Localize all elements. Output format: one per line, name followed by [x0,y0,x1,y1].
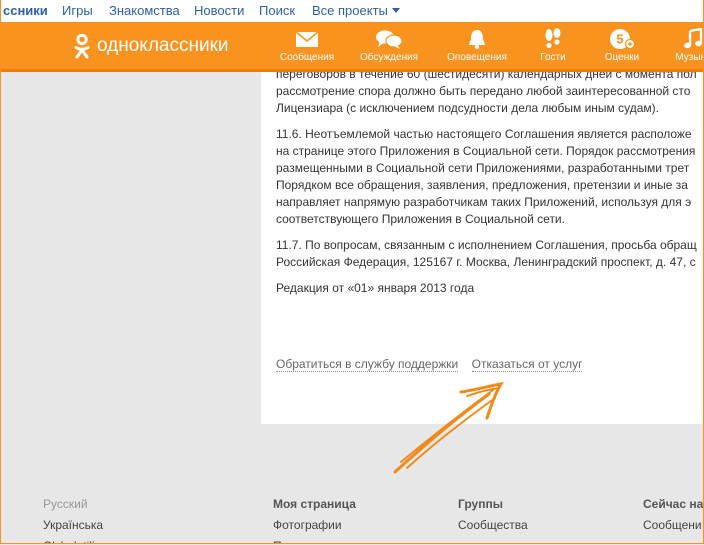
news-link[interactable]: Новости [194,3,244,18]
svg-text:5: 5 [616,32,623,47]
all-projects-label: Все проекты [312,3,388,18]
footer-languages: Русский Українська O'zbek tili [43,494,103,543]
content-links: Обратиться в службу поддержки Отказаться… [276,357,592,372]
text-line: на странице этого Приложения в Социально… [276,144,696,158]
footer-now-title: Сейчас на [643,497,704,511]
footer-shared-link[interactable]: Поделился [273,536,356,543]
games-link[interactable]: Игры [62,3,93,18]
edition-date: Редакция от «01» января 2013 года [276,280,703,297]
agreement-text: переговоров в течение 60 (шестидесяти) к… [276,72,703,306]
nav-messages-label: Сообщения [279,52,335,63]
footprints-icon [545,28,561,49]
site-logo[interactable]: одноклассники [73,33,229,59]
edition-text: Редакция от «01» января 2013 года [276,281,475,295]
page-footer: Русский Українська O'zbek tili Моя стран… [1,424,703,543]
footer-my-page: Моя страница Фотографии Поделился [273,494,356,543]
ok-logo-icon [74,33,90,59]
chevron-down-icon [391,8,400,13]
nav-messages[interactable]: Сообщения [275,28,339,63]
footer-groups-title: Группы [458,497,503,511]
lang-russian[interactable]: Русский [43,494,103,515]
all-projects-dropdown[interactable]: Все проекты [312,3,400,18]
text-line: 11.7. По вопросам, связанным с исполнени… [276,238,697,252]
dating-link[interactable]: Знакомства [109,3,180,18]
nav-music[interactable]: Музыка [661,28,703,63]
lang-ukrainian[interactable]: Українська [43,515,103,536]
text-line: размещенными в Социальной сети Приложени… [276,161,690,175]
page-frame: ссники Игры Знакомства Новости Поиск Все… [0,0,704,544]
nav-discussions[interactable]: Обсуждения [357,28,421,63]
paragraph-11-5: переговоров в течение 60 (шестидесяти) к… [276,72,703,117]
music-note-icon [684,28,703,49]
lang-uzbek[interactable]: O'zbek tili [43,536,103,543]
main-nav: одноклассники Сообщения Обсуждения Опове… [1,22,703,72]
footer-groups: Группы Сообщества [458,494,528,536]
agreement-content: переговоров в течение 60 (шестидесяти) к… [261,72,703,424]
bell-icon [469,30,485,50]
logo-text: одноклассники [97,35,229,56]
chat-bubbles-icon [376,30,403,49]
text-line: Российская Федерация, 125167 г. Москва, … [276,255,696,269]
text-line: Лицензиара (с исключением подсудности де… [276,101,659,115]
footer-now-on-site: Сейчас на Сообщени [643,494,703,536]
nav-guests[interactable]: Гости [521,28,585,63]
top-link-bar: ссники Игры Знакомства Новости Поиск Все… [1,0,703,22]
nav-ratings[interactable]: 5 Оценки [590,28,654,63]
text-line: Порядком все обращения, заявления, предл… [276,178,688,192]
search-link[interactable]: Поиск [259,3,295,18]
text-line: направляет напрямую разработчикам таких … [276,195,692,209]
nav-notifications-label: Оповещения [447,52,507,63]
footer-photos-link[interactable]: Фотографии [273,515,356,536]
nav-discussions-label: Обсуждения [359,52,419,63]
brand-link[interactable]: ссники [3,3,48,18]
nav-ratings-label: Оценки [604,52,640,63]
support-link[interactable]: Обратиться в службу поддержки [276,357,459,372]
text-line: соответствующего Приложения в Социальной… [276,212,565,226]
text-line: переговоров в течение 60 (шестидесяти) к… [276,72,697,81]
nav-guests-label: Гости [540,52,566,63]
rating-5-icon: 5 [610,29,635,50]
footer-messages-link[interactable]: Сообщени [643,515,703,536]
envelope-icon [295,31,319,47]
nav-music-label: Музыка [675,52,703,63]
text-line: 11.6. Неотъемлемой частью настоящего Сог… [276,127,692,141]
text-line: рассмотрение спора должно быть передано … [276,84,691,98]
refuse-services-link[interactable]: Отказаться от услуг [471,357,583,372]
paragraph-11-6: 11.6. Неотъемлемой частью настоящего Сог… [276,126,703,228]
footer-communities-link[interactable]: Сообщества [458,515,528,536]
paragraph-11-7: 11.7. По вопросам, связанным с исполнени… [276,237,703,271]
nav-notifications[interactable]: Оповещения [445,28,509,63]
footer-my-page-title: Моя страница [273,497,356,511]
